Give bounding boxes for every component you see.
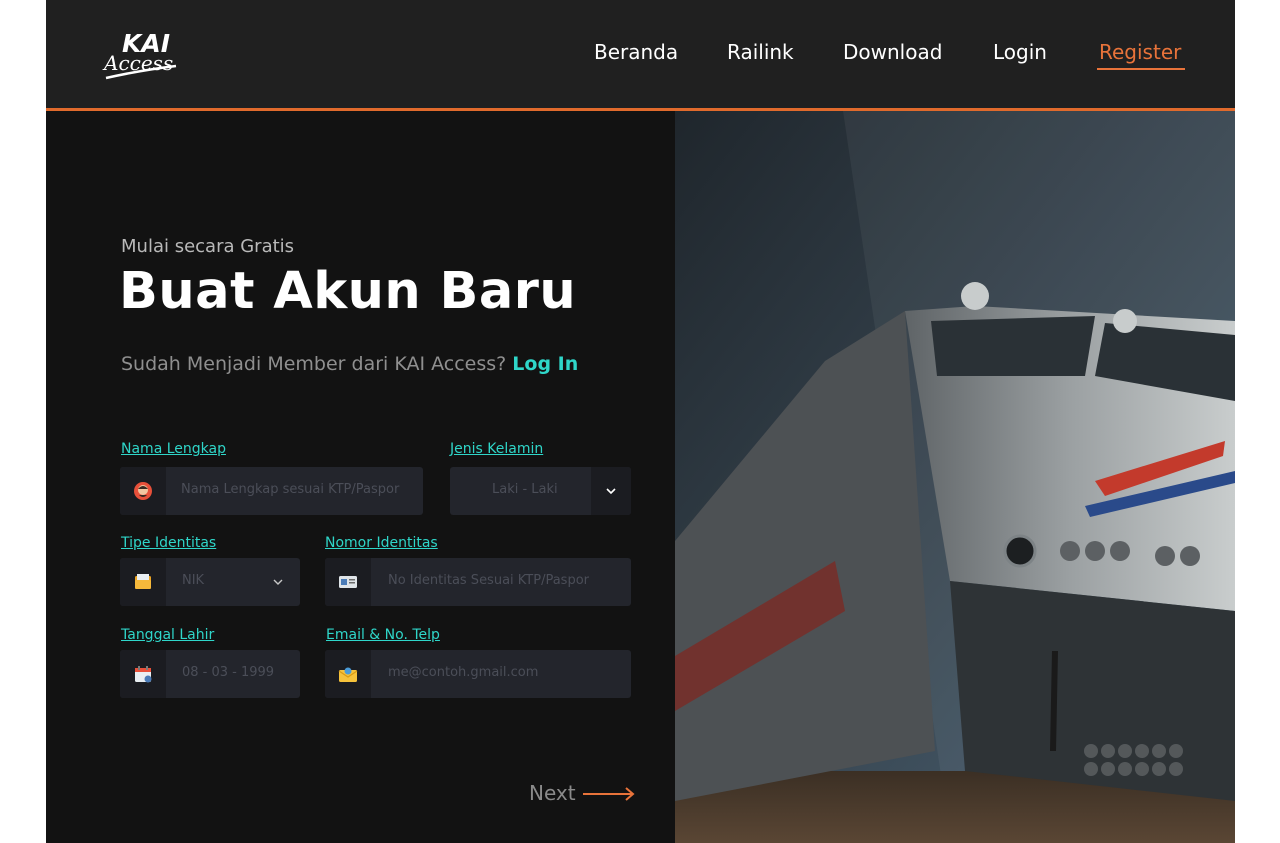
- arrow-right-icon[interactable]: [583, 786, 635, 802]
- contact-label: Email & No. Telp: [326, 627, 440, 643]
- member-text: Sudah Menjadi Member dari KAI Access?: [121, 353, 507, 375]
- top-navbar: KAI Access Beranda Railink Download Logi…: [46, 0, 1235, 111]
- gender-dropdown-toggle[interactable]: [591, 467, 631, 515]
- nav-beranda[interactable]: Beranda: [594, 39, 678, 65]
- kai-access-logo[interactable]: KAI Access: [102, 26, 182, 82]
- login-link[interactable]: Log In: [512, 353, 578, 375]
- train-illustration: [675, 111, 1235, 843]
- id-number-field[interactable]: No Identitas Sesuai KTP/Paspor: [325, 558, 631, 606]
- full-name-placeholder: Nama Lengkap sesuai KTP/Paspor: [181, 482, 400, 497]
- id-number-placeholder: No Identitas Sesuai KTP/Paspor: [388, 573, 590, 588]
- member-prompt: Sudah Menjadi Member dari KAI Access? Lo…: [121, 353, 578, 375]
- gender-select[interactable]: Laki - Laki: [450, 467, 631, 515]
- next-button[interactable]: Next: [529, 781, 576, 805]
- nav-download[interactable]: Download: [843, 39, 942, 65]
- chevron-down-icon: [273, 579, 283, 585]
- nav-railink[interactable]: Railink: [727, 39, 794, 65]
- id-type-label: Tipe Identitas: [121, 535, 217, 551]
- contact-placeholder: me@contoh.gmail.com: [388, 665, 539, 680]
- folder-icon: [120, 558, 166, 606]
- id-card-icon: [325, 558, 371, 606]
- gender-value: Laki - Laki: [492, 482, 558, 497]
- calendar-icon: [120, 650, 166, 698]
- chevron-down-icon: [606, 488, 616, 495]
- id-type-select[interactable]: NIK: [120, 558, 300, 606]
- full-name-field[interactable]: Nama Lengkap sesuai KTP/Paspor: [120, 467, 423, 515]
- page-frame: KAI Access Beranda Railink Download Logi…: [46, 0, 1235, 843]
- eyebrow-text: Mulai secara Gratis: [121, 236, 295, 257]
- page-title: Buat Akun Baru: [119, 262, 577, 321]
- nav-login[interactable]: Login: [993, 39, 1047, 65]
- birth-date-value: 08 - 03 - 1999: [182, 665, 275, 680]
- avatar-icon: [120, 467, 166, 515]
- contact-field[interactable]: me@contoh.gmail.com: [325, 650, 631, 698]
- envelope-icon: [325, 650, 371, 698]
- id-number-label: Nomor Identitas: [325, 535, 438, 551]
- birth-date-label: Tanggal Lahir: [121, 627, 215, 643]
- full-name-label: Nama Lengkap: [121, 441, 226, 457]
- nav-register[interactable]: Register: [1096, 39, 1186, 70]
- birth-date-field[interactable]: 08 - 03 - 1999: [120, 650, 300, 698]
- gender-label: Jenis Kelamin: [450, 441, 544, 457]
- id-type-value: NIK: [182, 573, 205, 588]
- train-photo: [675, 111, 1235, 843]
